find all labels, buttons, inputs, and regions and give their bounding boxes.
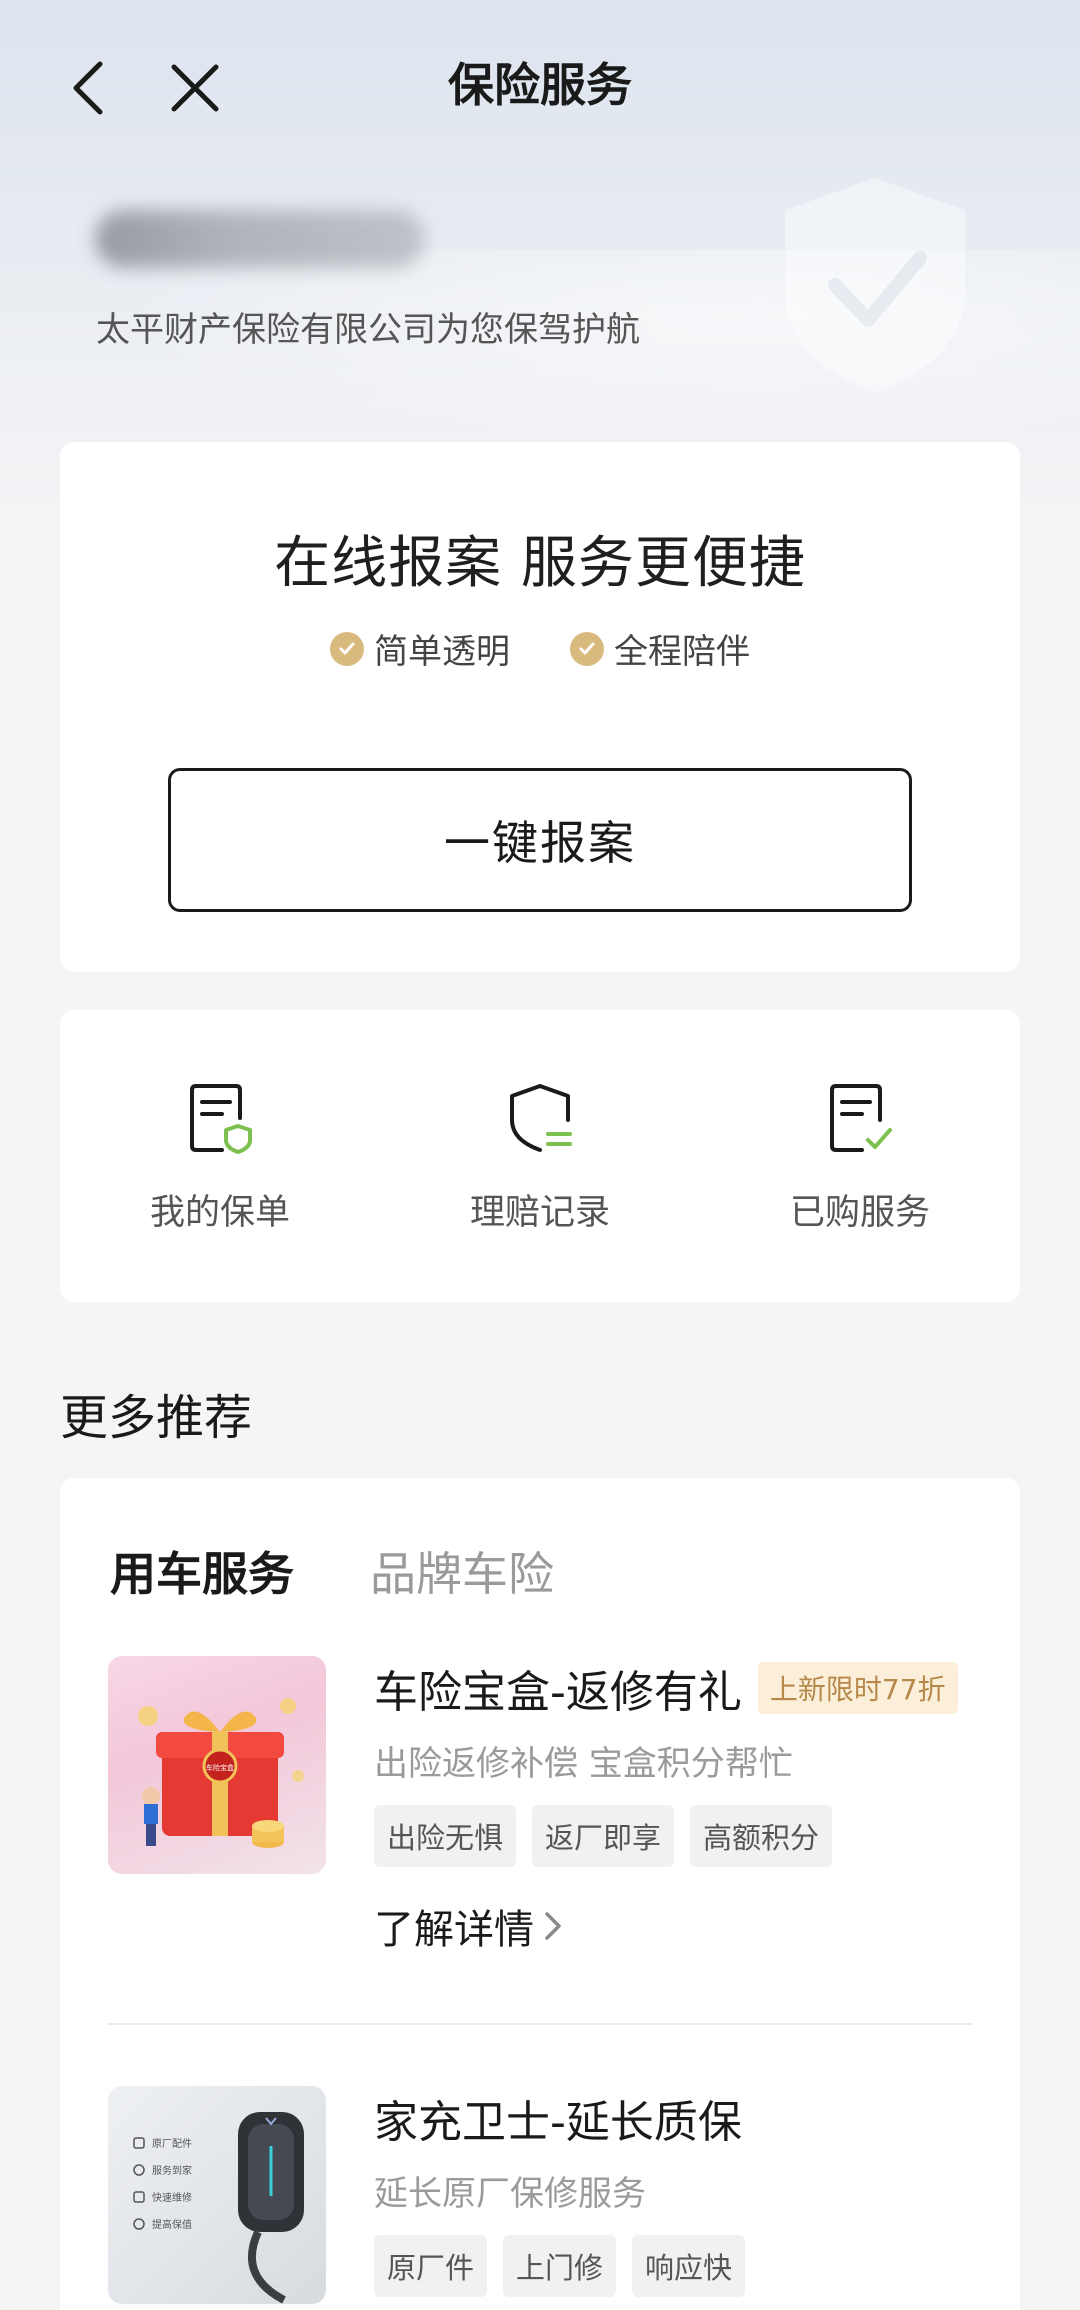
check-circle-icon [330,631,364,666]
product-tag: 出险无惧 [374,1805,517,1867]
shield-check-icon [785,178,965,392]
online-report-card: 在线报案 服务更便捷 简单透明 全程陪伴 一键报案 [60,442,1020,972]
purchased-doc-icon [830,1084,892,1152]
quick-actions-card: 我的保单 理赔记录 已购服务 [60,1010,1020,1302]
charger-feature-line: 快速维修 [152,2191,192,2204]
quick-action-label: 已购服务 [789,1193,930,1233]
promo-badge: 上新限时77折 [757,1662,958,1714]
charger-feature-line: 提高保值 [152,2218,192,2231]
charger-feature-line: 原厂配件 [152,2138,192,2150]
quick-action-purchased-services[interactable]: 已购服务 [700,1010,1020,1302]
gift-box-image: 车险宝盒 [138,1698,304,1848]
learn-more-label: 了解详情 [374,1907,534,1953]
quick-action-claim-records[interactable]: 理赔记录 [380,1010,700,1302]
product-title: 车险宝盒-返修有礼 [374,1667,742,1718]
product-info: 车险宝盒-返修有礼 上新限时77折 出险返修补偿 宝盒积分帮忙 出险无惧 返厂即… [374,1656,972,1955]
page-title: 保险服务 [448,58,632,112]
quick-action-label: 我的保单 [149,1193,290,1233]
account-name-blurred [95,210,425,268]
product-tag: 高额积分 [690,1805,833,1867]
tab-brand-insurance[interactable]: 品牌车险 [370,1538,554,1604]
product-item[interactable]: 车险宝盒 车险宝盒-返修有礼 上新限时77折 出险返修补偿 宝盒积分帮忙 出险无… [108,1656,972,1986]
feature-item: 全程陪伴 [570,624,750,673]
product-tag: 上门修 [503,2235,617,2297]
product-subtitle: 延长原厂保修服务 [374,2174,646,2214]
product-divider [108,2023,972,2025]
tab-car-services[interactable]: 用车服务 [110,1538,294,1604]
product-info: 家充卫士-延长质保 延长原厂保修服务 原厂件 上门修 响应快 [374,2086,972,2297]
one-click-report-button[interactable]: 一键报案 [168,768,912,912]
feature-label: 简单透明 [374,632,510,672]
charger-feature-line: 服务到家 [152,2164,192,2177]
recommendation-card: 用车服务 品牌车险 车险宝盒 车险宝盒-返修有礼 上新限时77折 出险返修补偿 … [60,1478,1020,2310]
product-tag: 响应快 [632,2235,746,2297]
quick-action-label: 理赔记录 [469,1193,610,1233]
feature-label: 全程陪伴 [614,632,750,672]
product-title-row: 家充卫士-延长质保 [374,2086,972,2150]
section-title-more: 更多推荐 [60,1390,253,1446]
learn-more-link[interactable]: 了解详情 [374,1897,972,1955]
product-tags: 出险无惧 返厂即享 高额积分 [374,1805,972,1867]
feature-item: 简单透明 [330,624,510,673]
check-circle-icon [570,631,604,666]
product-item[interactable]: 原厂配件 服务到家 快速维修 提高保值 家充卫士-延长质保 延长原厂保修服务 原… [108,2086,972,2310]
home-charger-image: 原厂配件 服务到家 快速维修 提高保值 [133,2112,304,2304]
top-bar: 保险服务 [0,40,1080,130]
recommendation-tabs: 用车服务 品牌车险 [110,1538,554,1604]
product-subtitle: 出险返修补偿 宝盒积分帮忙 [374,1744,793,1784]
report-card-title: 在线报案 服务更便捷 [274,531,806,596]
product-tag: 原厂件 [374,2235,488,2297]
quick-action-my-policy[interactable]: 我的保单 [60,1010,380,1302]
report-features: 简单透明 全程陪伴 [60,624,1020,673]
product-thumbnail: 原厂配件 服务到家 快速维修 提高保值 [108,2086,326,2304]
gift-label: 车险宝盒 [206,1763,234,1772]
insurer-tagline: 太平财产保险有限公司为您保驾护航 [96,310,640,350]
policy-doc-icon [190,1084,252,1154]
product-thumbnail: 车险宝盒 [108,1656,326,1874]
product-tags: 原厂件 上门修 响应快 [374,2235,972,2297]
product-title: 家充卫士-延长质保 [374,2097,742,2148]
claim-shield-icon [510,1084,572,1152]
product-tag: 返厂即享 [532,1805,675,1867]
product-title-row: 车险宝盒-返修有礼 上新限时77折 [374,1656,972,1720]
chevron-right-icon [545,1912,561,1940]
